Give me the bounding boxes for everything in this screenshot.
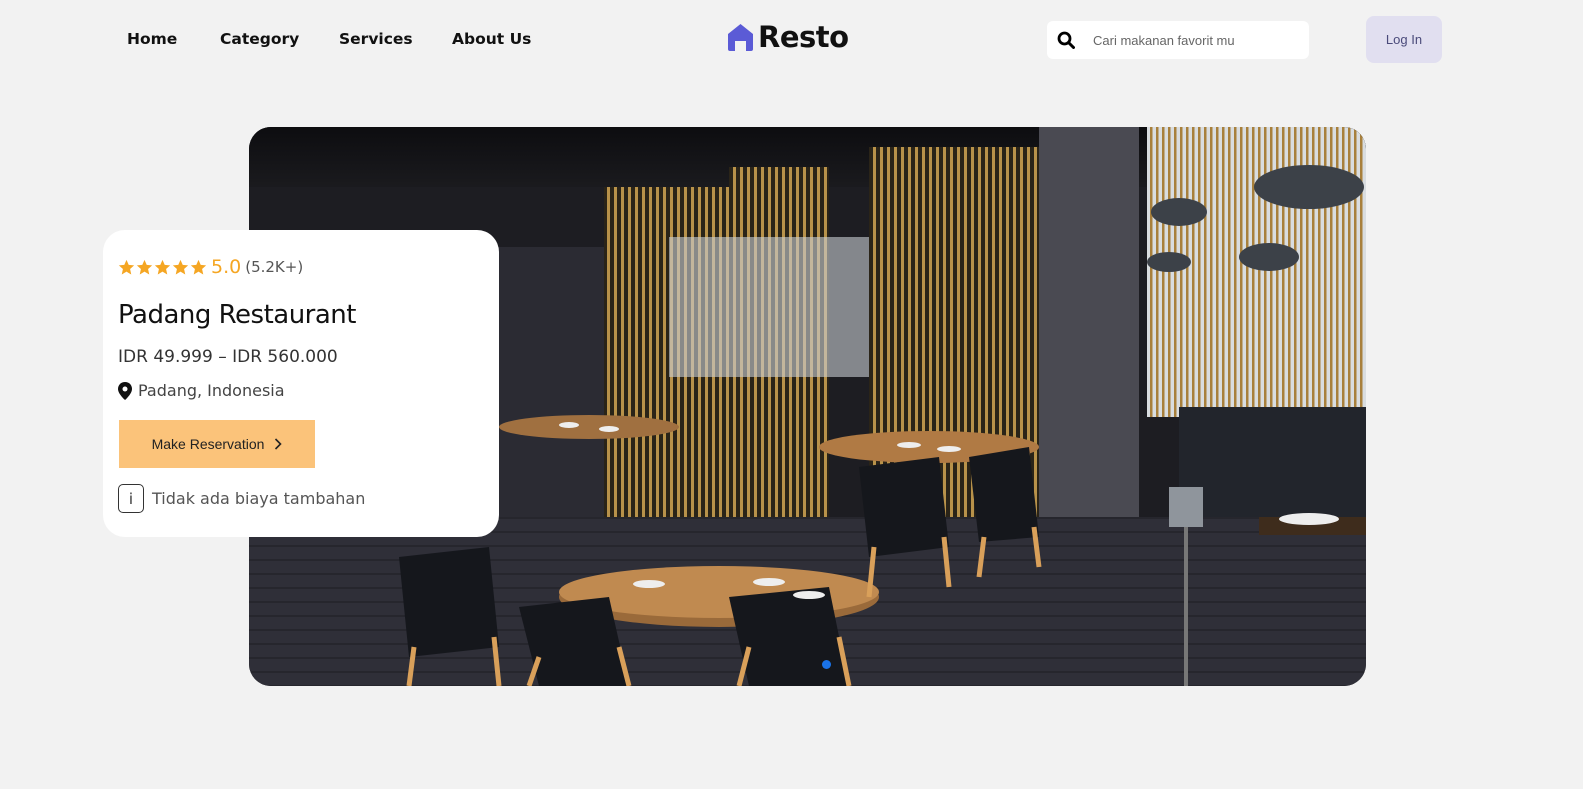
- nav-link-about-us[interactable]: About Us: [452, 30, 531, 48]
- info-icon: i: [118, 484, 144, 513]
- slider-dot-active[interactable]: [822, 660, 831, 669]
- star-icon: [172, 259, 189, 274]
- star-icon: [154, 259, 171, 274]
- price-range: IDR 49.999 – IDR 560.000: [118, 347, 338, 367]
- nav-link-services[interactable]: Services: [339, 30, 413, 48]
- location-row: Padang, Indonesia: [118, 381, 285, 400]
- reserve-label: Make Reservation: [151, 436, 265, 452]
- search-input[interactable]: [1093, 21, 1303, 59]
- info-row: i Tidak ada biaya tambahan: [118, 484, 365, 513]
- rating-value: 5.0: [211, 256, 242, 278]
- search-bar[interactable]: [1047, 21, 1309, 59]
- rating-row: 5.0 (5.2K+): [118, 256, 303, 278]
- chevron-right-icon: [275, 438, 283, 450]
- nav-link-category[interactable]: Category: [220, 30, 299, 48]
- location-text: Padang, Indonesia: [138, 381, 285, 400]
- rating-count: (5.2K+): [245, 258, 304, 276]
- navbar: Home Category Services About Us Resto Lo…: [0, 0, 1583, 80]
- nav-link-home[interactable]: Home: [127, 30, 177, 48]
- logo[interactable]: Resto: [727, 20, 849, 54]
- info-text: Tidak ada biaya tambahan: [152, 489, 366, 508]
- star-icon: [190, 259, 207, 274]
- make-reservation-button[interactable]: Make Reservation: [119, 420, 315, 468]
- star-rating: [118, 259, 207, 276]
- search-icon: [1057, 31, 1075, 49]
- star-icon: [118, 259, 135, 274]
- star-icon: [136, 259, 153, 274]
- login-button[interactable]: Log In: [1366, 16, 1442, 63]
- location-pin-icon: [118, 381, 132, 400]
- logo-text: Resto: [758, 20, 849, 54]
- house-icon: [728, 24, 753, 51]
- restaurant-name: Padang Restaurant: [118, 300, 356, 330]
